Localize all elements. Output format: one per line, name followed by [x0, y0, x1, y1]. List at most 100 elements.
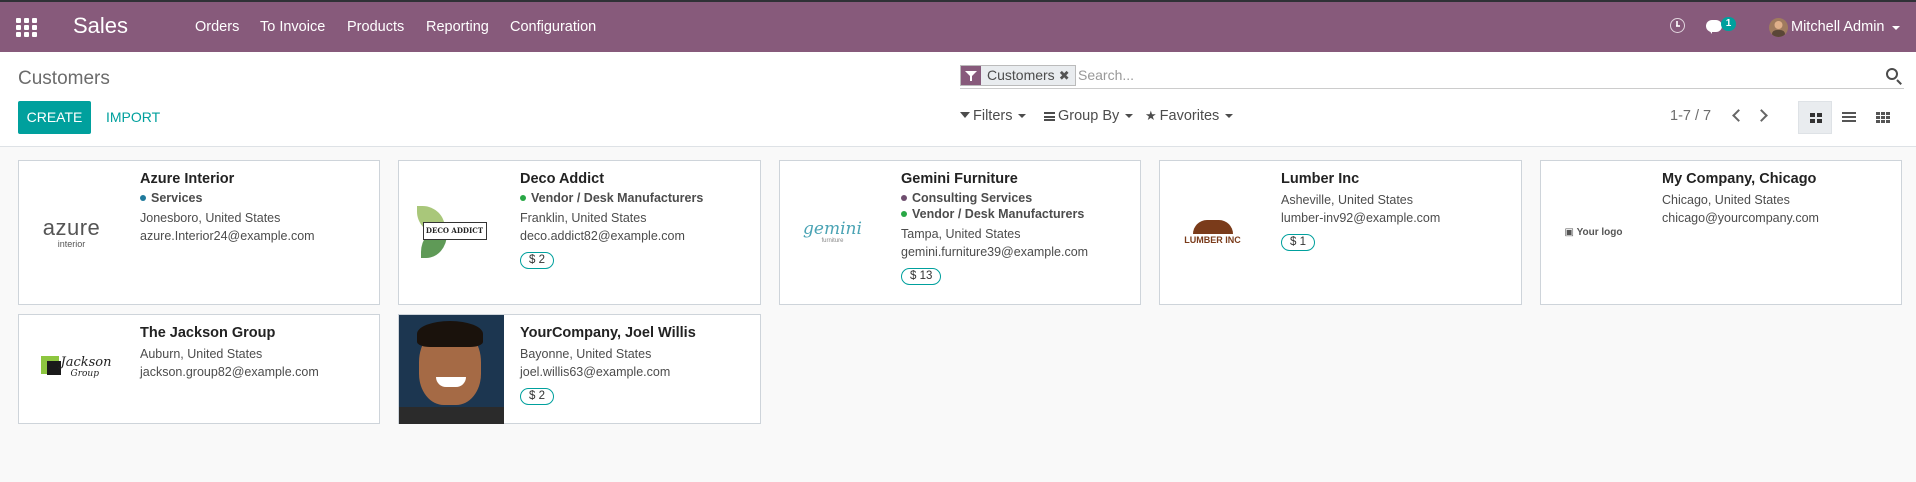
card-email: azure.Interior24@example.com — [140, 229, 315, 243]
card-location: Franklin, United States — [520, 211, 647, 225]
kanban-card[interactable]: YourCompany, Joel Willis Bayonne, United… — [398, 314, 761, 424]
pager-value[interactable]: 1-7 / 7 — [1670, 108, 1711, 124]
card-body: YourCompany, Joel Willis Bayonne, United… — [520, 325, 752, 405]
menu-configuration[interactable]: Configuration — [510, 19, 596, 35]
tag: Services — [140, 191, 371, 205]
favorites-dropdown[interactable]: ★ Favorites — [1145, 108, 1234, 124]
apps-menu-icon[interactable] — [16, 18, 38, 38]
sales-count-badge[interactable]: $ 2 — [520, 252, 554, 269]
card-location: Jonesboro, United States — [140, 211, 281, 225]
card-location: Asheville, United States — [1281, 193, 1414, 207]
card-title: The Jackson Group — [140, 325, 276, 341]
chevron-down-icon[interactable] — [1892, 26, 1900, 30]
top-navbar: Sales Orders To Invoice Products Reporti… — [0, 0, 1916, 52]
company-logo: azure interior — [19, 161, 124, 304]
company-logo: LUMBER INC — [1160, 161, 1265, 304]
facet-label: Customers — [987, 67, 1055, 83]
card-title: Deco Addict — [520, 171, 605, 187]
card-email: chicago@yourcompany.com — [1662, 211, 1819, 225]
user-avatar[interactable] — [1769, 18, 1788, 37]
kanban-icon — [1810, 113, 1822, 123]
card-title: Gemini Furniture — [901, 171, 1018, 187]
card-location: Bayonne, United States — [520, 347, 652, 361]
card-email: deco.addict82@example.com — [520, 229, 685, 243]
chat-icon[interactable] — [1706, 20, 1722, 34]
card-body: Deco Addict Vendor / Desk Manufacturers … — [520, 171, 752, 269]
card-body: Gemini Furniture Consulting Services Ven… — [901, 171, 1132, 285]
pager-previous-icon[interactable] — [1732, 109, 1745, 122]
menu-to-invoice[interactable]: To Invoice — [260, 19, 325, 35]
search-facet: Customers ✖ — [960, 65, 1076, 86]
company-logo: gemini furniture — [780, 161, 885, 304]
list-icon — [1842, 112, 1856, 122]
filter-icon — [960, 112, 970, 118]
search-bar: Customers ✖ — [960, 63, 1904, 89]
favorites-label: Favorites — [1159, 108, 1220, 124]
menu-reporting[interactable]: Reporting — [426, 19, 489, 35]
kanban-card[interactable]: ▣ Your logo My Company, Chicago Chicago,… — [1540, 160, 1902, 305]
groupby-dropdown[interactable]: Group By — [1044, 108, 1134, 124]
filters-label: Filters — [973, 108, 1013, 124]
search-icon[interactable] — [1886, 68, 1898, 80]
app-brand[interactable]: Sales — [73, 13, 128, 39]
your-logo: ▣ Your logo — [1564, 227, 1623, 238]
kanban-card[interactable]: DECO ADDICT Deco Addict Vendor / Desk Ma… — [398, 160, 761, 305]
jackson-logo: Jackson Group — [40, 356, 112, 382]
lumber-logo: LUMBER INC — [1184, 220, 1241, 245]
card-location: Auburn, United States — [140, 347, 263, 361]
card-body: The Jackson Group Auburn, United States … — [140, 325, 371, 379]
card-body: Azure Interior Services Jonesboro, Unite… — [140, 171, 371, 243]
card-email: jackson.group82@example.com — [140, 365, 319, 379]
kanban-card[interactable]: LUMBER INC Lumber Inc Asheville, United … — [1159, 160, 1522, 305]
tag: Vendor / Desk Manufacturers — [901, 207, 1132, 221]
tag: Consulting Services — [901, 191, 1132, 205]
caret-down-icon — [1125, 114, 1134, 118]
facet-remove-icon[interactable]: ✖ — [1059, 66, 1075, 85]
kanban-view-button[interactable] — [1798, 101, 1832, 134]
card-email: joel.willis63@example.com — [520, 365, 671, 379]
kanban-card[interactable]: gemini furniture Gemini Furniture Consul… — [779, 160, 1141, 305]
avatar — [399, 314, 504, 424]
caret-down-icon — [1225, 114, 1234, 118]
bars-icon — [1044, 111, 1055, 121]
card-title: My Company, Chicago — [1662, 171, 1817, 187]
filters-dropdown[interactable]: Filters — [960, 108, 1027, 124]
menu-products[interactable]: Products — [347, 19, 404, 35]
grid-view-button[interactable] — [1866, 101, 1900, 134]
card-location: Chicago, United States — [1662, 193, 1790, 207]
list-view-button[interactable] — [1832, 101, 1866, 134]
company-logo: DECO ADDICT — [399, 161, 504, 304]
caret-down-icon — [1018, 114, 1027, 118]
kanban-card[interactable]: azure interior Azure Interior Services J… — [18, 160, 380, 305]
import-button[interactable]: IMPORT — [106, 101, 160, 134]
menu-orders[interactable]: Orders — [195, 19, 239, 35]
card-title: Lumber Inc — [1281, 171, 1360, 187]
sales-count-badge[interactable]: $ 13 — [901, 268, 942, 285]
star-icon: ★ — [1145, 108, 1157, 123]
card-body: My Company, Chicago Chicago, United Stat… — [1662, 171, 1893, 225]
card-title: Azure Interior — [140, 171, 235, 187]
grid-icon — [1876, 112, 1890, 123]
breadcrumb-title: Customers — [18, 68, 110, 89]
contact-photo — [399, 314, 504, 424]
clock-icon[interactable] — [1670, 18, 1685, 33]
kanban-card[interactable]: Jackson Group The Jackson Group Auburn, … — [18, 314, 380, 424]
gemini-logo: gemini furniture — [803, 219, 862, 245]
card-email: lumber-inv92@example.com — [1281, 211, 1441, 225]
company-logo: Jackson Group — [19, 315, 124, 423]
card-title: YourCompany, Joel Willis — [520, 325, 696, 341]
search-input[interactable] — [1078, 65, 1838, 85]
filter-icon — [961, 66, 981, 85]
groupby-label: Group By — [1058, 108, 1120, 124]
azure-logo: azure interior — [42, 214, 101, 249]
pager-next-icon[interactable] — [1755, 109, 1768, 122]
tag: Vendor / Desk Manufacturers — [520, 191, 752, 205]
sales-count-badge[interactable]: $ 2 — [520, 388, 554, 405]
user-menu-name[interactable]: Mitchell Admin — [1791, 19, 1884, 35]
card-location: Tampa, United States — [901, 227, 1021, 241]
card-body: Lumber Inc Asheville, United States lumb… — [1281, 171, 1513, 251]
create-button[interactable]: CREATE — [18, 101, 91, 134]
control-panel: Customers CREATE IMPORT Customers ✖ Filt… — [0, 52, 1916, 147]
sales-count-badge[interactable]: $ 1 — [1281, 234, 1315, 251]
card-email: gemini.furniture39@example.com — [901, 245, 1089, 259]
